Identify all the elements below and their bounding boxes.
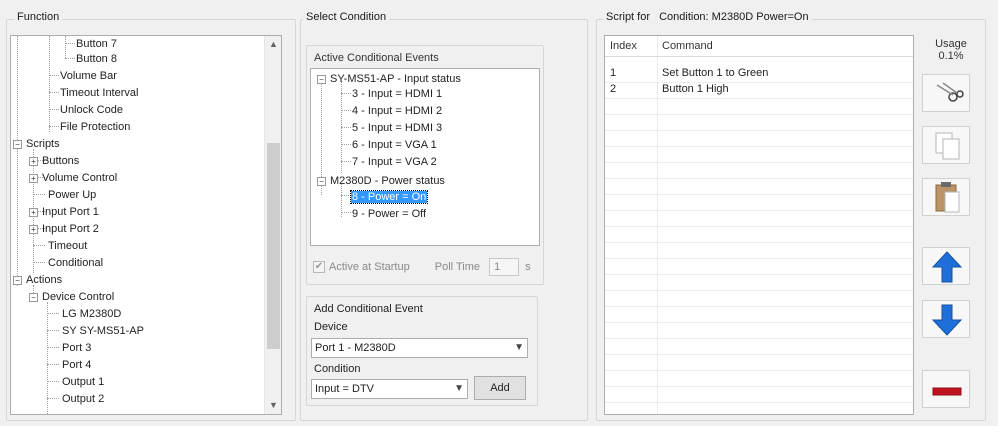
add-button[interactable]: Add [474,376,526,400]
tree-item-volume-control[interactable]: Volume Control [41,170,118,186]
function-title: Function [14,11,63,23]
tree-item-scripts[interactable]: Scripts [25,136,61,152]
active-at-startup-checkbox[interactable]: ✔ [313,261,325,273]
function-tree-scrollbar[interactable]: ▲ ▼ [264,36,281,414]
move-down-icon [931,304,963,336]
tree-item-volume-bar[interactable]: Volume Bar [59,68,118,84]
move-down-button[interactable] [922,300,970,338]
paste-button[interactable] [922,178,970,216]
condition-select[interactable]: Input = DTV ▼ [311,379,468,399]
script-title-prefix: Script for [606,11,651,23]
chevron-down-icon: ▼ [514,342,524,353]
expand-volume-control-icon[interactable]: + [29,174,38,183]
tree-item-output-1[interactable]: Output 1 [61,374,105,390]
tree-item-unlock-code[interactable]: Unlock Code [59,102,124,118]
active-conditional-events-title: Active Conditional Events [311,52,442,64]
event-input-hdmi-3[interactable]: 5 - Input = HDMI 3 [351,120,443,136]
tree-item-power-up[interactable]: Power Up [47,187,97,203]
tree-item-lg-m2380d[interactable]: LG M2380D [61,306,122,322]
tree-item-sy-ms51-ap[interactable]: SY SY-MS51-AP [61,323,145,339]
device-label: Device [314,321,348,333]
row-1-command[interactable]: Set Button 1 to Green [657,65,768,81]
tree-item-buttons[interactable]: Buttons [41,153,80,169]
poll-time-unit: s [525,260,531,273]
tree-item-button-7[interactable]: Button 7 [75,36,118,52]
select-condition-title: Select Condition [303,11,390,23]
script-command-grid[interactable]: Index Command 1 Set Button 1 to Green 2 … [604,35,914,415]
add-conditional-event-title: Add Conditional Event [314,303,423,315]
usage-label: Usage [935,38,967,50]
function-tree[interactable]: Button 7 Button 8 Volume Bar Timeout Int… [10,35,282,415]
tree-item-actions[interactable]: Actions [25,272,63,288]
paste-icon [935,182,960,213]
row-1-index[interactable]: 1 [605,65,616,81]
event-group-power-status[interactable]: M2380D - Power status [329,173,446,189]
collapse-actions-icon[interactable]: − [13,276,22,285]
event-input-hdmi-1[interactable]: 3 - Input = HDMI 1 [351,86,443,102]
expand-input-port-2-icon[interactable]: + [29,225,38,234]
cut-button[interactable] [922,74,970,112]
chevron-down-icon: ▼ [454,383,464,394]
tree-item-device-control[interactable]: Device Control [41,289,115,305]
delete-icon [932,387,962,396]
event-input-vga-1[interactable]: 6 - Input = VGA 1 [351,137,438,153]
active-events-tree[interactable]: − SY-MS51-AP - Input status 3 - Input = … [310,68,540,246]
tree-item-conditional[interactable]: Conditional [47,255,104,271]
move-up-icon [931,251,963,283]
collapse-input-status-icon[interactable]: − [317,75,326,84]
tree-item-file-protection[interactable]: File Protection [59,119,131,135]
tree-item-port-3[interactable]: Port 3 [61,340,92,356]
tree-item-output-2[interactable]: Output 2 [61,391,105,407]
condition-label: Condition [314,363,361,375]
script-title: Script for Condition: M2380D Power=On [603,11,812,23]
delete-button[interactable] [922,370,970,408]
move-up-button[interactable] [922,247,970,285]
poll-time-label: Poll Time [434,260,481,273]
row-2-index[interactable]: 2 [605,81,616,97]
event-power-on[interactable]: 8 - Power = On [349,189,429,205]
script-title-condition: Condition: M2380D Power=On [659,11,809,23]
collapse-scripts-icon[interactable]: − [13,140,22,149]
collapse-power-status-icon[interactable]: − [317,177,326,186]
event-input-hdmi-2[interactable]: 4 - Input = HDMI 2 [351,103,443,119]
scrollbar-thumb[interactable] [267,143,280,349]
active-at-startup-label: Active at Startup [329,260,410,273]
tree-item-input-port-1[interactable]: Input Port 1 [41,204,100,220]
event-power-off[interactable]: 9 - Power = Off [351,206,427,222]
event-group-input-status[interactable]: SY-MS51-AP - Input status [329,71,462,87]
device-select-value: Port 1 - M2380D [315,342,396,354]
column-header-command[interactable]: Command [657,36,907,56]
tree-item-port-4[interactable]: Port 4 [61,357,92,373]
copy-button[interactable] [922,126,970,164]
tree-item-timeout-interval[interactable]: Timeout Interval [59,85,139,101]
tree-item-input-port-2[interactable]: Input Port 2 [41,221,100,237]
usage-display: Usage 0.1% [925,38,977,62]
expand-buttons-icon[interactable]: + [29,157,38,166]
column-header-index[interactable]: Index [605,36,657,56]
cut-icon [936,82,964,102]
poll-time-input[interactable]: 1 [489,258,520,276]
device-select[interactable]: Port 1 - M2380D ▼ [311,338,528,358]
condition-select-value: Input = DTV [315,383,375,395]
expand-input-port-1-icon[interactable]: + [29,208,38,217]
tree-item-timeout[interactable]: Timeout [47,238,88,254]
row-2-command[interactable]: Button 1 High [657,81,729,97]
collapse-device-control-icon[interactable]: − [29,293,38,302]
active-at-startup-row: ✔ Active at Startup Poll Time 1 s [313,258,531,276]
copy-icon [935,132,960,160]
scroll-up-arrow-icon[interactable]: ▲ [265,36,281,53]
event-input-vga-2[interactable]: 7 - Input = VGA 2 [351,154,438,170]
usage-value: 0.1% [938,50,964,62]
tree-item-button-8[interactable]: Button 8 [75,51,118,67]
scroll-down-arrow-icon[interactable]: ▼ [265,397,281,414]
